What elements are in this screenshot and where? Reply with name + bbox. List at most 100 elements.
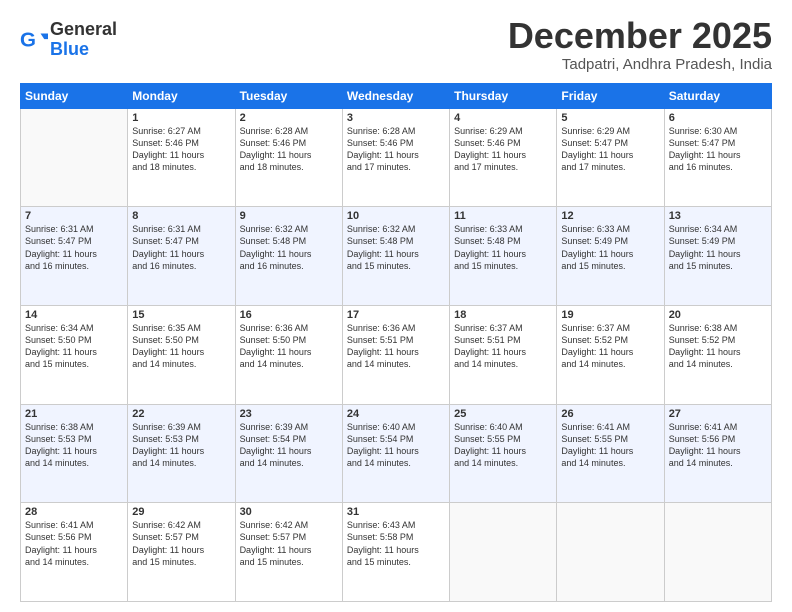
- day-info: Sunrise: 6:31 AM Sunset: 5:47 PM Dayligh…: [25, 223, 123, 272]
- table-row: 14Sunrise: 6:34 AM Sunset: 5:50 PM Dayli…: [21, 305, 128, 404]
- day-number: 27: [669, 408, 767, 420]
- col-tuesday: Tuesday: [235, 83, 342, 108]
- calendar-week-row: 28Sunrise: 6:41 AM Sunset: 5:56 PM Dayli…: [21, 503, 772, 602]
- table-row: 22Sunrise: 6:39 AM Sunset: 5:53 PM Dayli…: [128, 404, 235, 503]
- day-number: 28: [25, 506, 123, 518]
- day-number: 23: [240, 408, 338, 420]
- table-row: 29Sunrise: 6:42 AM Sunset: 5:57 PM Dayli…: [128, 503, 235, 602]
- table-row: 21Sunrise: 6:38 AM Sunset: 5:53 PM Dayli…: [21, 404, 128, 503]
- table-row: 23Sunrise: 6:39 AM Sunset: 5:54 PM Dayli…: [235, 404, 342, 503]
- logo-icon: G: [20, 26, 48, 54]
- day-number: 3: [347, 112, 445, 124]
- day-info: Sunrise: 6:30 AM Sunset: 5:47 PM Dayligh…: [669, 125, 767, 174]
- calendar-week-row: 1Sunrise: 6:27 AM Sunset: 5:46 PM Daylig…: [21, 108, 772, 207]
- day-number: 17: [347, 309, 445, 321]
- day-number: 10: [347, 210, 445, 222]
- day-info: Sunrise: 6:34 AM Sunset: 5:50 PM Dayligh…: [25, 322, 123, 371]
- table-row: 8Sunrise: 6:31 AM Sunset: 5:47 PM Daylig…: [128, 207, 235, 306]
- day-number: 29: [132, 506, 230, 518]
- day-number: 24: [347, 408, 445, 420]
- day-number: 5: [561, 112, 659, 124]
- day-info: Sunrise: 6:42 AM Sunset: 5:57 PM Dayligh…: [132, 519, 230, 568]
- calendar-table: Sunday Monday Tuesday Wednesday Thursday…: [20, 83, 772, 602]
- table-row: 31Sunrise: 6:43 AM Sunset: 5:58 PM Dayli…: [342, 503, 449, 602]
- col-sunday: Sunday: [21, 83, 128, 108]
- day-info: Sunrise: 6:43 AM Sunset: 5:58 PM Dayligh…: [347, 519, 445, 568]
- day-number: 12: [561, 210, 659, 222]
- table-row: 20Sunrise: 6:38 AM Sunset: 5:52 PM Dayli…: [664, 305, 771, 404]
- col-wednesday: Wednesday: [342, 83, 449, 108]
- day-number: 1: [132, 112, 230, 124]
- day-info: Sunrise: 6:29 AM Sunset: 5:47 PM Dayligh…: [561, 125, 659, 174]
- table-row: 10Sunrise: 6:32 AM Sunset: 5:48 PM Dayli…: [342, 207, 449, 306]
- calendar-header-row: Sunday Monday Tuesday Wednesday Thursday…: [21, 83, 772, 108]
- logo: G General Blue: [20, 20, 117, 60]
- day-number: 25: [454, 408, 552, 420]
- day-number: 16: [240, 309, 338, 321]
- day-info: Sunrise: 6:41 AM Sunset: 5:56 PM Dayligh…: [25, 519, 123, 568]
- day-number: 8: [132, 210, 230, 222]
- page: G General Blue December 2025 Tadpatri, A…: [0, 0, 792, 612]
- day-info: Sunrise: 6:39 AM Sunset: 5:54 PM Dayligh…: [240, 421, 338, 470]
- table-row: 26Sunrise: 6:41 AM Sunset: 5:55 PM Dayli…: [557, 404, 664, 503]
- table-row: 18Sunrise: 6:37 AM Sunset: 5:51 PM Dayli…: [450, 305, 557, 404]
- calendar-week-row: 21Sunrise: 6:38 AM Sunset: 5:53 PM Dayli…: [21, 404, 772, 503]
- calendar-body: 1Sunrise: 6:27 AM Sunset: 5:46 PM Daylig…: [21, 108, 772, 601]
- table-row: 2Sunrise: 6:28 AM Sunset: 5:46 PM Daylig…: [235, 108, 342, 207]
- svg-text:G: G: [20, 28, 36, 51]
- table-row: [450, 503, 557, 602]
- table-row: [557, 503, 664, 602]
- logo-blue-text: Blue: [50, 39, 89, 59]
- table-row: [664, 503, 771, 602]
- day-number: 15: [132, 309, 230, 321]
- day-info: Sunrise: 6:40 AM Sunset: 5:54 PM Dayligh…: [347, 421, 445, 470]
- table-row: 1Sunrise: 6:27 AM Sunset: 5:46 PM Daylig…: [128, 108, 235, 207]
- day-info: Sunrise: 6:34 AM Sunset: 5:49 PM Dayligh…: [669, 223, 767, 272]
- month-title: December 2025: [508, 16, 772, 56]
- header: G General Blue December 2025 Tadpatri, A…: [20, 16, 772, 73]
- day-number: 18: [454, 309, 552, 321]
- day-number: 7: [25, 210, 123, 222]
- day-info: Sunrise: 6:32 AM Sunset: 5:48 PM Dayligh…: [240, 223, 338, 272]
- table-row: 11Sunrise: 6:33 AM Sunset: 5:48 PM Dayli…: [450, 207, 557, 306]
- col-monday: Monday: [128, 83, 235, 108]
- table-row: 24Sunrise: 6:40 AM Sunset: 5:54 PM Dayli…: [342, 404, 449, 503]
- table-row: 4Sunrise: 6:29 AM Sunset: 5:46 PM Daylig…: [450, 108, 557, 207]
- calendar-week-row: 14Sunrise: 6:34 AM Sunset: 5:50 PM Dayli…: [21, 305, 772, 404]
- day-info: Sunrise: 6:36 AM Sunset: 5:50 PM Dayligh…: [240, 322, 338, 371]
- table-row: 13Sunrise: 6:34 AM Sunset: 5:49 PM Dayli…: [664, 207, 771, 306]
- day-number: 26: [561, 408, 659, 420]
- table-row: 28Sunrise: 6:41 AM Sunset: 5:56 PM Dayli…: [21, 503, 128, 602]
- table-row: 9Sunrise: 6:32 AM Sunset: 5:48 PM Daylig…: [235, 207, 342, 306]
- day-number: 13: [669, 210, 767, 222]
- logo-text: General Blue: [50, 20, 117, 60]
- day-info: Sunrise: 6:42 AM Sunset: 5:57 PM Dayligh…: [240, 519, 338, 568]
- title-block: December 2025 Tadpatri, Andhra Pradesh, …: [508, 16, 772, 73]
- col-thursday: Thursday: [450, 83, 557, 108]
- day-info: Sunrise: 6:28 AM Sunset: 5:46 PM Dayligh…: [240, 125, 338, 174]
- day-number: 6: [669, 112, 767, 124]
- day-info: Sunrise: 6:38 AM Sunset: 5:52 PM Dayligh…: [669, 322, 767, 371]
- table-row: 7Sunrise: 6:31 AM Sunset: 5:47 PM Daylig…: [21, 207, 128, 306]
- table-row: 5Sunrise: 6:29 AM Sunset: 5:47 PM Daylig…: [557, 108, 664, 207]
- logo-general-text: General: [50, 19, 117, 39]
- day-info: Sunrise: 6:33 AM Sunset: 5:49 PM Dayligh…: [561, 223, 659, 272]
- day-number: 9: [240, 210, 338, 222]
- day-info: Sunrise: 6:37 AM Sunset: 5:52 PM Dayligh…: [561, 322, 659, 371]
- day-number: 21: [25, 408, 123, 420]
- day-info: Sunrise: 6:32 AM Sunset: 5:48 PM Dayligh…: [347, 223, 445, 272]
- day-number: 4: [454, 112, 552, 124]
- day-number: 31: [347, 506, 445, 518]
- day-number: 11: [454, 210, 552, 222]
- day-info: Sunrise: 6:31 AM Sunset: 5:47 PM Dayligh…: [132, 223, 230, 272]
- table-row: 15Sunrise: 6:35 AM Sunset: 5:50 PM Dayli…: [128, 305, 235, 404]
- day-info: Sunrise: 6:41 AM Sunset: 5:56 PM Dayligh…: [669, 421, 767, 470]
- table-row: [21, 108, 128, 207]
- col-saturday: Saturday: [664, 83, 771, 108]
- table-row: 17Sunrise: 6:36 AM Sunset: 5:51 PM Dayli…: [342, 305, 449, 404]
- day-info: Sunrise: 6:40 AM Sunset: 5:55 PM Dayligh…: [454, 421, 552, 470]
- day-number: 2: [240, 112, 338, 124]
- day-info: Sunrise: 6:33 AM Sunset: 5:48 PM Dayligh…: [454, 223, 552, 272]
- table-row: 30Sunrise: 6:42 AM Sunset: 5:57 PM Dayli…: [235, 503, 342, 602]
- table-row: 25Sunrise: 6:40 AM Sunset: 5:55 PM Dayli…: [450, 404, 557, 503]
